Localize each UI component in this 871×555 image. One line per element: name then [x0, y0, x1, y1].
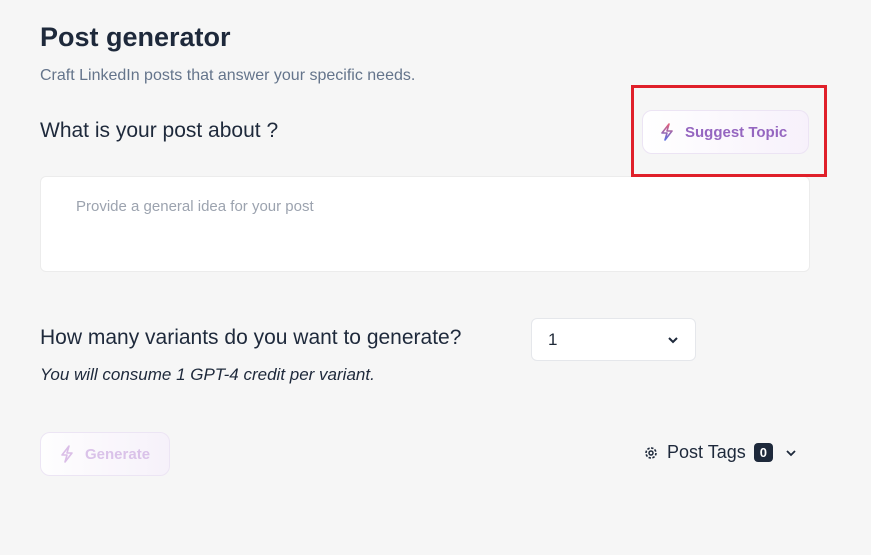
post-tags-label: Post Tags	[667, 442, 746, 462]
post-tags-toggle[interactable]: Post Tags 0	[643, 442, 797, 463]
suggest-topic-button[interactable]: Suggest Topic	[642, 110, 809, 154]
variants-select[interactable]: 1	[531, 318, 696, 361]
generate-label: Generate	[85, 445, 151, 463]
credit-note: You will consume 1 GPT-4 credit per vari…	[40, 365, 375, 384]
post-tags-count-badge: 0	[753, 443, 773, 462]
gear-icon	[645, 446, 657, 459]
topic-question: What is your post about ?	[40, 119, 279, 142]
post-idea-input[interactable]	[40, 176, 810, 272]
lightning-icon	[61, 445, 73, 463]
generate-button[interactable]: Generate	[40, 432, 170, 476]
variants-question: How many variants do you want to generat…	[40, 326, 462, 349]
lightning-icon	[661, 123, 673, 141]
variants-selected-value: 1	[548, 329, 558, 349]
chevron-down-icon	[786, 449, 796, 456]
chevron-down-icon	[668, 336, 678, 343]
suggest-topic-label: Suggest Topic	[685, 123, 788, 141]
page-title: Post generator	[40, 22, 231, 52]
page-subtitle: Craft LinkedIn posts that answer your sp…	[40, 67, 416, 84]
